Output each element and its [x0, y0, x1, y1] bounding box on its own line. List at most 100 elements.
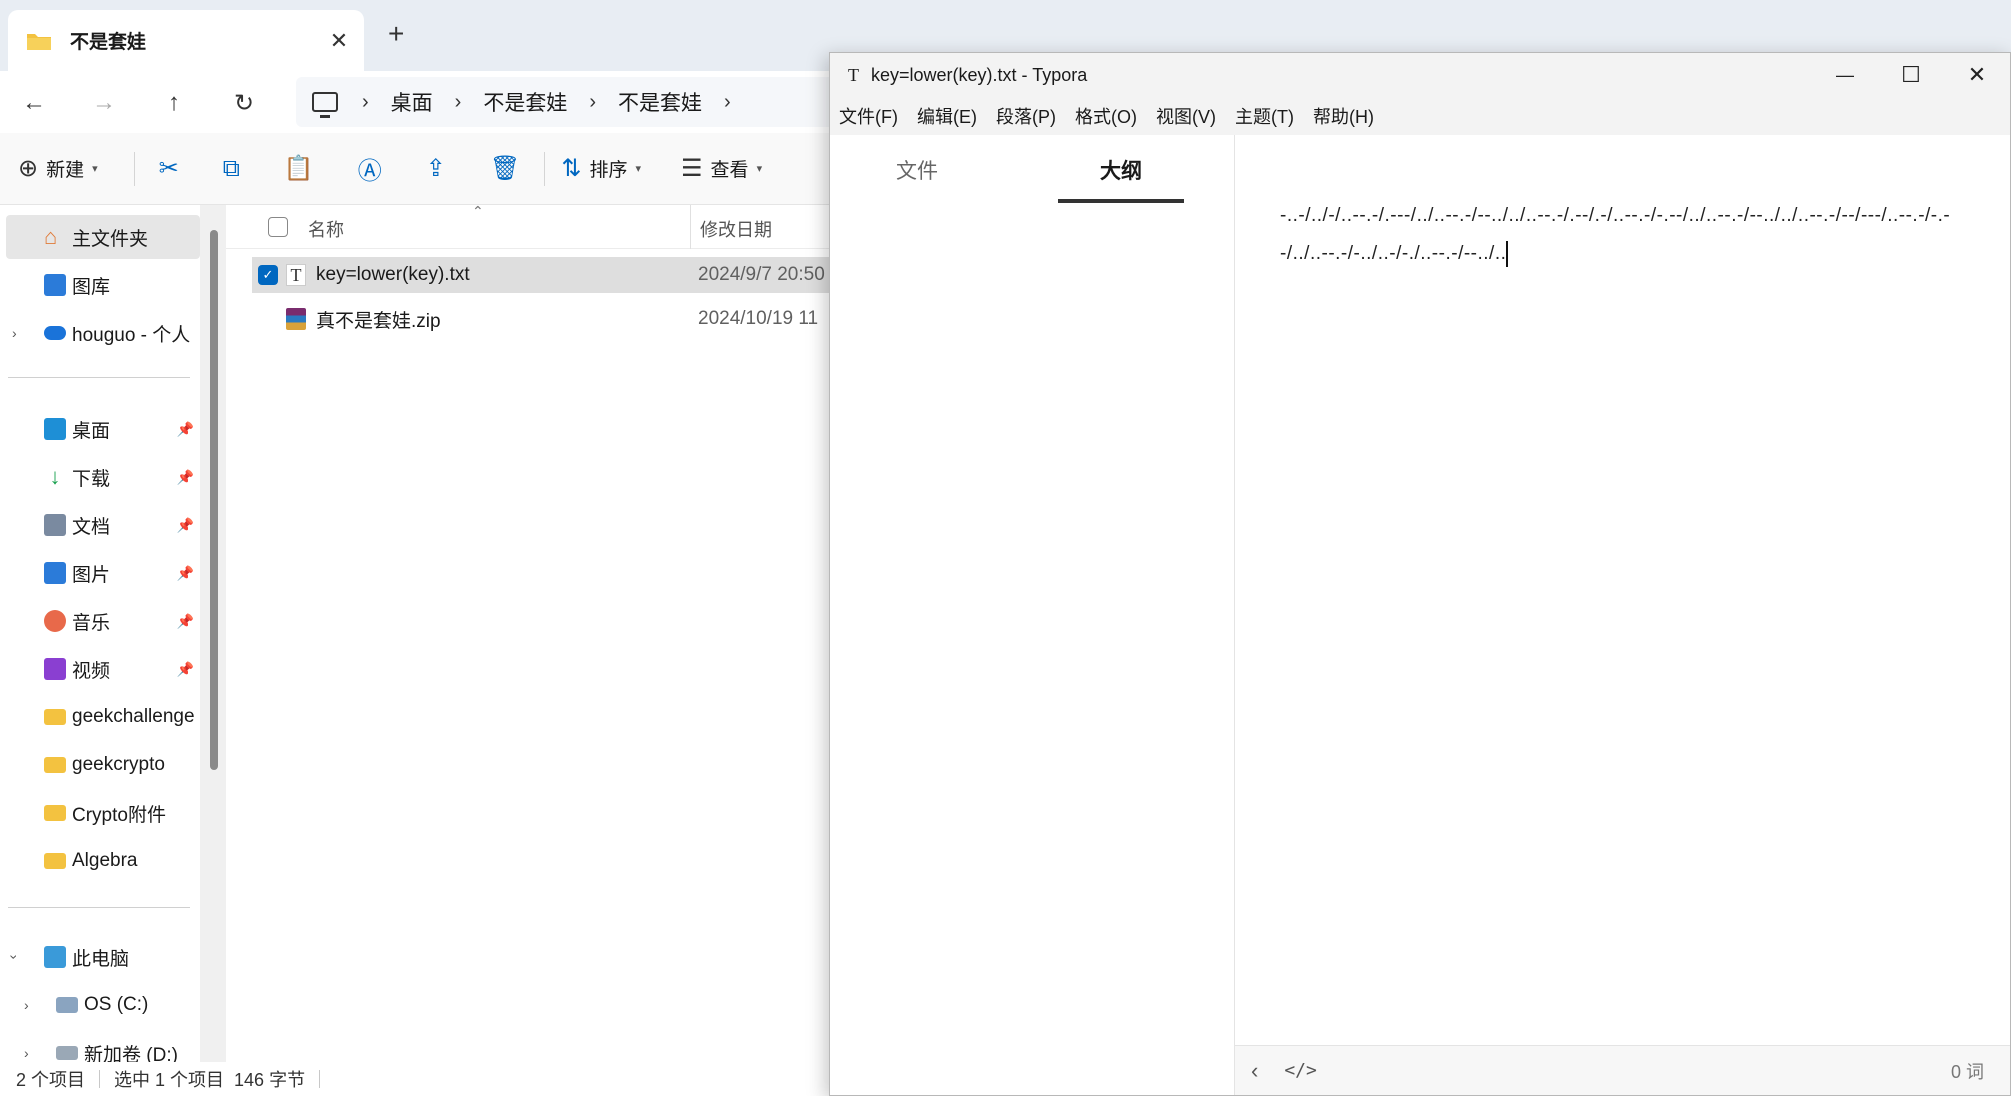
- source-code-icon[interactable]: </>: [1284, 1060, 1317, 1081]
- column-name[interactable]: 名称: [308, 216, 344, 242]
- close-button[interactable]: ✕: [1944, 53, 2010, 97]
- sidebar-item-onedrive[interactable]: › houguo - 个人: [0, 311, 200, 355]
- file-row[interactable]: ✓ T key=lower(key).txt 2024/9/7 20:50: [252, 257, 836, 293]
- minimize-button[interactable]: —: [1812, 53, 1878, 97]
- pin-icon[interactable]: 📌: [177, 613, 194, 630]
- chevron-down-icon: ▾: [92, 163, 98, 175]
- text-file-icon: T: [286, 264, 306, 286]
- explorer-tab[interactable]: 不是套娃 ✕: [8, 10, 364, 71]
- navigation-pane: ⌂ 主文件夹 图库 › houguo - 个人 桌面 📌 ↓ 下载 📌 文档 📌: [0, 205, 200, 1066]
- sidebar-item-this-pc[interactable]: › 此电脑: [0, 935, 200, 979]
- sidebar-item-folder[interactable]: geekcrypto: [0, 743, 200, 787]
- up-button[interactable]: ↑: [152, 81, 196, 125]
- sidebar-item-downloads[interactable]: ↓ 下载 📌: [0, 455, 200, 499]
- paste-button[interactable]: 📋: [284, 147, 322, 191]
- menu-edit[interactable]: 编辑(E): [917, 103, 977, 129]
- menu-theme[interactable]: 主题(T): [1235, 103, 1294, 129]
- sidebar-item-videos[interactable]: 视频 📌: [0, 647, 200, 691]
- share-icon: ⇪: [425, 155, 446, 182]
- chevron-right-icon[interactable]: ›: [24, 997, 29, 1013]
- toolbar-divider: [544, 151, 546, 186]
- file-date: 2024/9/7 20:50: [698, 264, 825, 285]
- sort-button[interactable]: ⇅ 排序 ▾: [561, 147, 641, 191]
- breadcrumb-item[interactable]: 不是套娃: [483, 87, 567, 117]
- breadcrumb[interactable]: › 桌面 › 不是套娃 › 不是套娃 ›: [296, 77, 856, 127]
- status-divider: [319, 1070, 321, 1088]
- sidebar-item-folder[interactable]: geekchallenge: [0, 695, 200, 739]
- delete-button[interactable]: 🗑: [490, 147, 528, 191]
- chevron-right-icon[interactable]: ›: [12, 325, 17, 341]
- menu-format[interactable]: 格式(O): [1075, 103, 1137, 129]
- drive-icon: [56, 1046, 78, 1060]
- pin-icon[interactable]: 📌: [177, 421, 194, 438]
- refresh-button[interactable]: ↻: [222, 81, 266, 125]
- sidebar-item-folder[interactable]: Crypto附件: [0, 791, 200, 835]
- home-icon: ⌂: [44, 224, 58, 249]
- menu-help[interactable]: 帮助(H): [1313, 103, 1374, 129]
- sidebar-item-desktop[interactable]: 桌面 📌: [0, 407, 200, 451]
- chevron-down-icon[interactable]: ›: [6, 955, 22, 960]
- word-count[interactable]: 0 词: [1951, 1058, 1984, 1084]
- column-modified[interactable]: 修改日期: [700, 216, 772, 242]
- select-all-checkbox[interactable]: [268, 217, 288, 237]
- sort-ascending-icon: ⌃: [472, 203, 484, 219]
- editor-content[interactable]: -..-/../-/..--.-/.---/../..--.-/--../../…: [1280, 197, 1980, 273]
- maximize-button[interactable]: ☐: [1878, 53, 1944, 97]
- menu-paragraph[interactable]: 段落(P): [996, 103, 1056, 129]
- selection-count: 选中 1 个项目: [114, 1070, 225, 1090]
- chevron-left-icon[interactable]: ‹: [1251, 1058, 1258, 1084]
- tab-outline[interactable]: 大纲: [1058, 155, 1184, 203]
- copy-button[interactable]: ⧉: [223, 147, 248, 191]
- sidebar-item-home[interactable]: ⌂ 主文件夹: [6, 215, 200, 259]
- sidebar-item-pictures[interactable]: 图片 📌: [0, 551, 200, 595]
- menu-file[interactable]: 文件(F): [839, 103, 898, 129]
- row-checkbox-checked[interactable]: ✓: [258, 265, 278, 285]
- typora-editor[interactable]: -..-/../-/..--.-/.---/../..--.-/--../../…: [1235, 135, 2010, 1045]
- tab-close-icon[interactable]: ✕: [326, 28, 352, 54]
- menu-view[interactable]: 视图(V): [1156, 103, 1216, 129]
- sidebar-item-label: houguo - 个人: [72, 324, 191, 346]
- share-button[interactable]: ⇪: [426, 147, 454, 191]
- forward-button[interactable]: →: [82, 81, 126, 125]
- back-button[interactable]: ←: [12, 81, 56, 125]
- chevron-right-icon[interactable]: ›: [24, 1045, 29, 1061]
- copy-icon: ⧉: [222, 154, 240, 182]
- sidebar-item-documents[interactable]: 文档 📌: [0, 503, 200, 547]
- sidebar-item-label: 音乐: [72, 612, 111, 634]
- sidebar-scrollbar-thumb[interactable]: [210, 230, 218, 770]
- chevron-down-icon: ▾: [635, 163, 642, 175]
- sidebar-item-music[interactable]: 音乐 📌: [0, 599, 200, 643]
- pin-icon[interactable]: 📌: [177, 469, 194, 486]
- tab-files[interactable]: 文件: [854, 155, 980, 195]
- pictures-icon: [44, 562, 66, 584]
- videos-icon: [44, 658, 66, 680]
- item-count: 2 个项目: [16, 1070, 86, 1090]
- new-button[interactable]: ⊕ 新建 ▾: [18, 147, 98, 191]
- pin-icon[interactable]: 📌: [177, 517, 194, 534]
- chevron-right-icon: ›: [724, 90, 731, 113]
- window-title: key=lower(key).txt - Typora: [871, 64, 1088, 85]
- view-button[interactable]: ☰ 查看 ▾: [681, 147, 762, 191]
- status-bar: 2 个项目 选中 1 个项目 146 字节: [0, 1062, 836, 1096]
- typora-titlebar[interactable]: T key=lower(key).txt - Typora — ☐ ✕: [830, 53, 2010, 97]
- row-checkbox[interactable]: [258, 309, 278, 329]
- new-tab-button[interactable]: +: [388, 18, 404, 50]
- sidebar-item-gallery[interactable]: 图库: [0, 263, 200, 307]
- breadcrumb-item[interactable]: 不是套娃: [618, 87, 702, 117]
- rename-button[interactable]: Ⓐ: [358, 147, 390, 191]
- tab-title: 不是套娃: [70, 32, 147, 53]
- paste-icon: 📋: [283, 155, 314, 182]
- pin-icon[interactable]: 📌: [177, 661, 194, 678]
- pin-icon[interactable]: 📌: [177, 565, 194, 582]
- sidebar-item-label: geekcrypto: [72, 754, 165, 775]
- computer-icon[interactable]: [312, 92, 338, 118]
- cut-button[interactable]: ✂: [159, 147, 187, 191]
- typora-window: T key=lower(key).txt - Typora — ☐ ✕ 文件(F…: [829, 52, 2011, 1096]
- sidebar-item-folder[interactable]: Algebra: [0, 839, 200, 883]
- breadcrumb-item[interactable]: 桌面: [391, 87, 433, 117]
- file-row[interactable]: 真不是套娃.zip 2024/10/19 11: [252, 301, 836, 337]
- column-divider[interactable]: [690, 205, 691, 249]
- sidebar-item-drive-c[interactable]: › OS (C:): [0, 983, 200, 1027]
- sidebar-item-label: geekchallenge: [72, 706, 195, 727]
- sidebar-item-label: 桌面: [72, 420, 111, 442]
